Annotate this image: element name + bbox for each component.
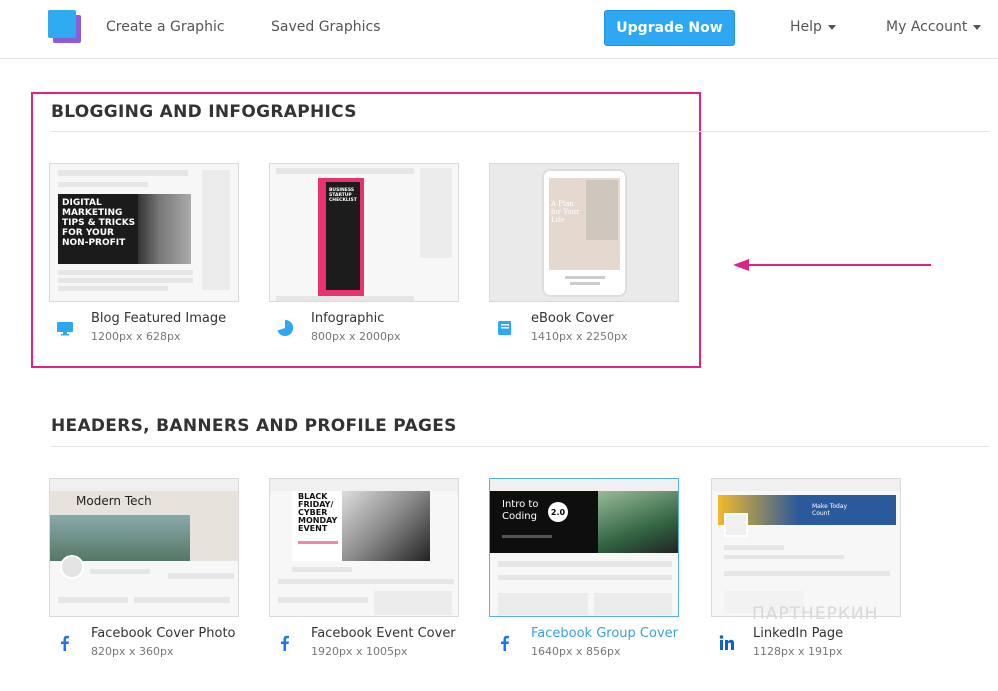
my-account-label: My Account — [886, 19, 968, 35]
card-linkedin-page[interactable]: Make Today Count LinkedIn Page 1128px x … — [711, 478, 901, 663]
card-blog-featured-image[interactable]: DIGITAL MARKETING TIPS & TRICKS FOR YOUR… — [49, 163, 239, 353]
nav-create-graphic[interactable]: Create a Graphic — [106, 19, 225, 35]
card-name: Facebook Cover Photo — [91, 626, 236, 641]
card-size: 820px x 360px — [91, 645, 174, 658]
card-name: Facebook Event Cover — [311, 626, 456, 641]
my-account-menu[interactable]: My Account — [886, 19, 982, 35]
card-size: 1410px x 2250px — [531, 330, 628, 343]
facebook-icon — [501, 635, 509, 651]
card-name: Infographic — [311, 311, 385, 326]
arrow-annotation-icon — [733, 259, 931, 271]
thumbnail-ebook-cover: A Plan for Your Life — [489, 163, 679, 302]
card-facebook-cover-photo[interactable]: Modern Tech Facebook Cover Photo 820px x… — [49, 478, 239, 663]
thumbnail-title: A Plan for Your Life — [551, 200, 580, 224]
thumbnail-title: BLACK FRIDAY/ CYBER MONDAY EVENT — [298, 492, 338, 533]
chevron-down-icon — [973, 24, 982, 30]
book-icon — [498, 321, 511, 335]
thumbnail-title: DIGITAL MARKETING TIPS & TRICKS FOR YOUR… — [62, 198, 136, 248]
monitor-icon — [57, 322, 73, 336]
thumbnail-blog-featured-image: DIGITAL MARKETING TIPS & TRICKS FOR YOUR… — [49, 163, 239, 302]
card-size: 1128px x 191px — [753, 645, 843, 658]
chevron-down-icon — [827, 24, 836, 30]
help-menu[interactable]: Help — [790, 19, 836, 35]
thumbnail-title: Modern Tech — [76, 494, 152, 508]
card-facebook-group-cover[interactable]: Intro to Coding 2.0 Facebook Group Cover… — [489, 478, 679, 663]
app-logo[interactable] — [48, 10, 82, 43]
pie-chart-icon — [277, 319, 294, 336]
card-name: Blog Featured Image — [91, 311, 227, 326]
section-title-headers: HEADERS, BANNERS AND PROFILE PAGES — [51, 416, 457, 436]
linkedin-icon — [719, 635, 734, 650]
thumbnail-facebook-event-cover: BLACK FRIDAY/ CYBER MONDAY EVENT — [269, 478, 459, 617]
thumbnail-title: BUSINESS STARTUP CHECKLIST — [329, 188, 357, 203]
thumbnail-facebook-group-cover: Intro to Coding 2.0 — [489, 478, 679, 617]
card-size: 1920px x 1005px — [311, 645, 408, 658]
section-divider — [51, 446, 989, 447]
version-badge: 2.0 — [548, 502, 568, 522]
thumbnail-title: Intro to Coding — [502, 499, 539, 522]
card-size: 1640px x 856px — [531, 645, 621, 658]
thumbnail-facebook-cover-photo: Modern Tech — [49, 478, 239, 617]
thumbnail-title: Make Today Count — [812, 503, 848, 517]
card-name: Facebook Group Cover — [531, 626, 678, 641]
watermark-text: ПАРТНЕРКИН — [752, 604, 879, 624]
section-divider — [51, 131, 989, 132]
facebook-icon — [61, 635, 69, 651]
card-ebook-cover[interactable]: A Plan for Your Life eBook Cover 1410px … — [489, 163, 679, 353]
card-size: 800px x 2000px — [311, 330, 401, 343]
thumbnail-infographic: BUSINESS STARTUP CHECKLIST — [269, 163, 459, 302]
facebook-icon — [281, 635, 289, 651]
upgrade-now-button[interactable]: Upgrade Now — [604, 10, 735, 46]
card-infographic[interactable]: BUSINESS STARTUP CHECKLIST Infographic 8… — [269, 163, 459, 353]
help-menu-label: Help — [790, 19, 822, 35]
nav-saved-graphics[interactable]: Saved Graphics — [271, 19, 381, 35]
card-name: eBook Cover — [531, 311, 614, 326]
card-facebook-event-cover[interactable]: BLACK FRIDAY/ CYBER MONDAY EVENT Faceboo… — [269, 478, 459, 663]
card-name: LinkedIn Page — [753, 626, 844, 641]
thumbnail-linkedin-page: Make Today Count — [711, 478, 901, 617]
top-navigation-bar: Create a Graphic Saved Graphics Upgrade … — [0, 0, 998, 59]
card-size: 1200px x 628px — [91, 330, 181, 343]
section-title-blogging: BLOGGING AND INFOGRAPHICS — [51, 102, 357, 122]
